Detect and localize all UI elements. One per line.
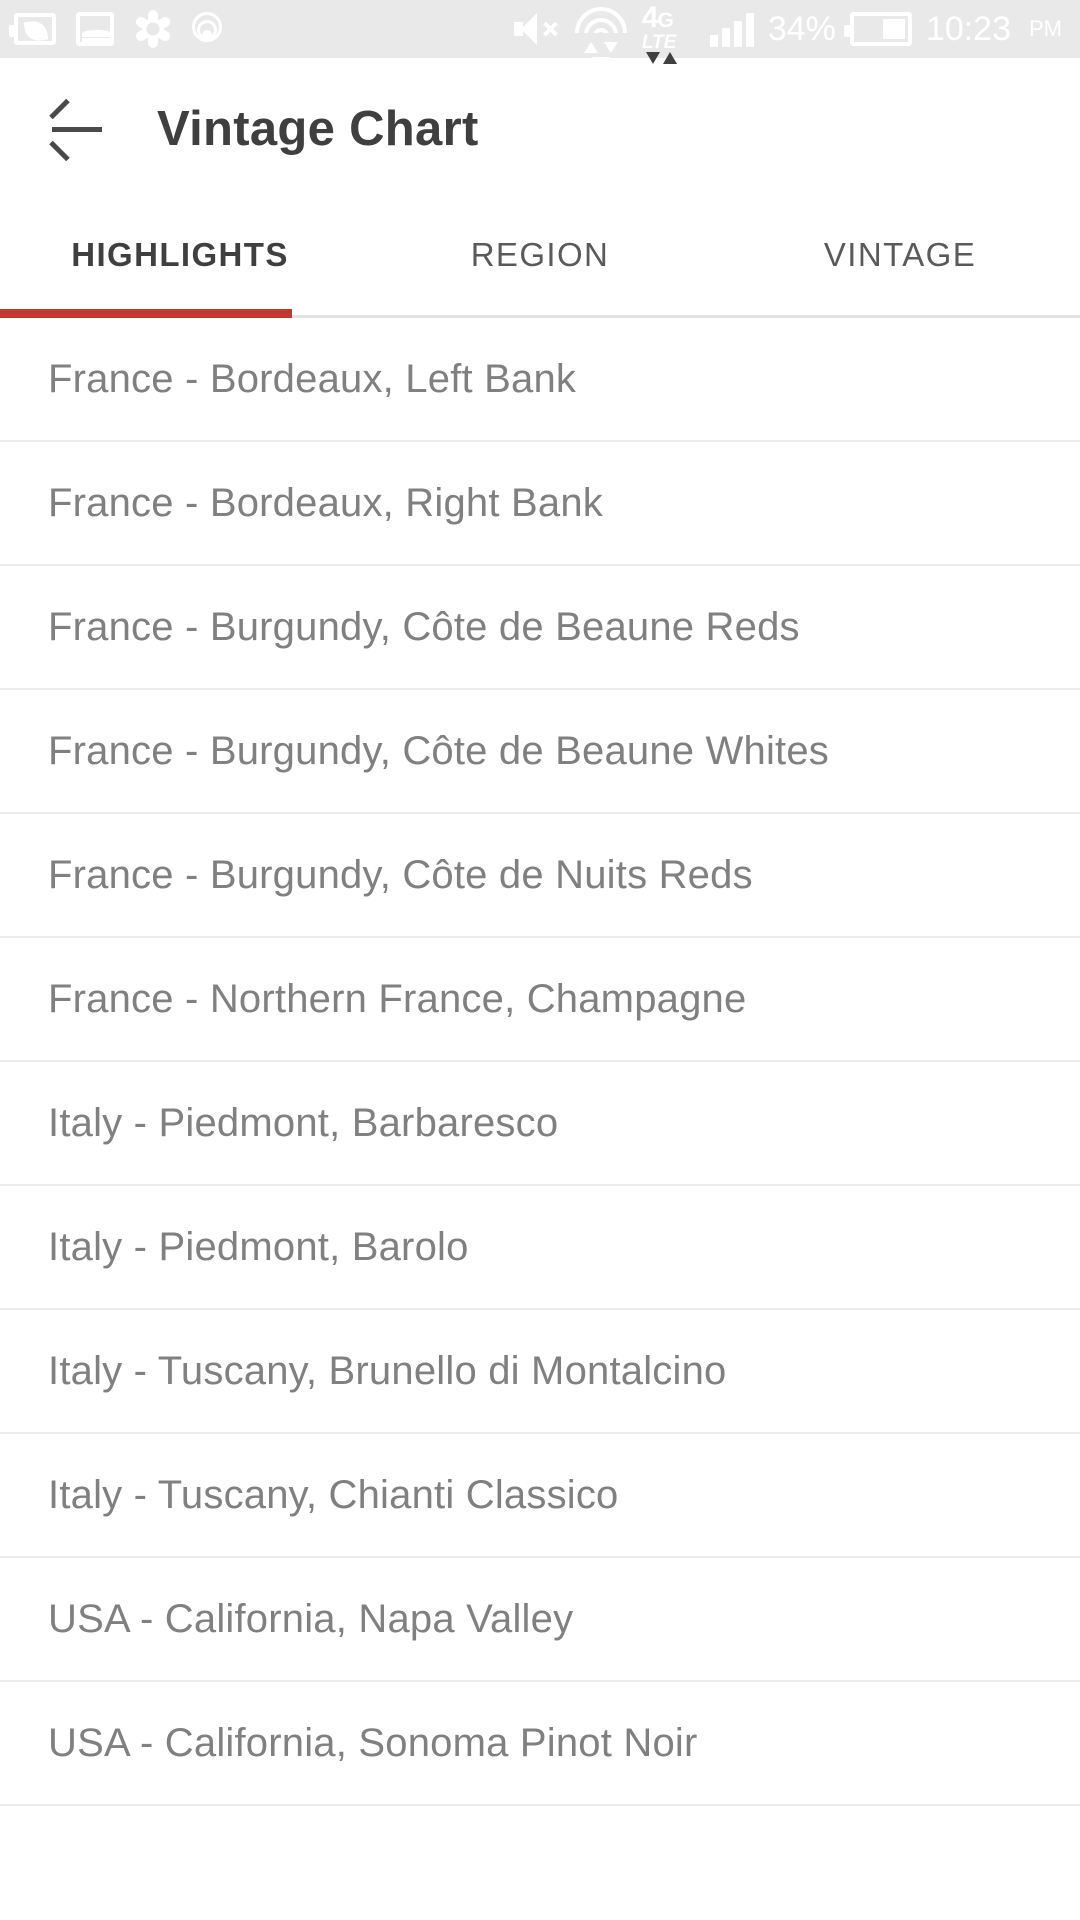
screenshot-icon bbox=[76, 12, 114, 46]
puzzle-icon bbox=[134, 10, 172, 48]
data-transfer-arrows-icon bbox=[645, 52, 677, 64]
list-item[interactable]: France - Bordeaux, Left Bank bbox=[0, 318, 1080, 442]
list-item-label: France - Burgundy, Côte de Beaune Reds bbox=[48, 604, 800, 649]
mute-icon bbox=[513, 12, 560, 46]
lte-secondary: LTE bbox=[641, 32, 677, 53]
battery-icon bbox=[843, 12, 912, 46]
list-item[interactable]: Italy - Tuscany, Brunello di Montalcino bbox=[0, 1310, 1080, 1434]
lte-primary-small: G bbox=[657, 9, 674, 32]
status-bar: 4G LTE 34% 10:23 PM bbox=[0, 0, 1080, 64]
tab-active-indicator bbox=[0, 309, 292, 318]
list-item-label: Italy - Piedmont, Barolo bbox=[48, 1224, 469, 1269]
list-item[interactable]: USA - California, Sonoma Pinot Noir bbox=[0, 1682, 1080, 1806]
signal-icon bbox=[709, 11, 754, 47]
4g-lte-icon: 4G LTE bbox=[641, 3, 696, 64]
clock-ampm: PM bbox=[1029, 16, 1062, 41]
list-item[interactable]: France - Northern France, Champagne bbox=[0, 938, 1080, 1062]
back-arrow-icon[interactable] bbox=[48, 98, 104, 162]
list-item-label: USA - California, Sonoma Pinot Noir bbox=[48, 1720, 698, 1765]
list-item-label: USA - California, Napa Valley bbox=[48, 1596, 574, 1641]
list-item[interactable]: France - Burgundy, Côte de Nuits Reds bbox=[0, 814, 1080, 938]
page-title: Vintage Chart bbox=[157, 102, 479, 156]
list-item-label: France - Bordeaux, Left Bank bbox=[48, 356, 577, 401]
list-item-label: Italy - Piedmont, Barbaresco bbox=[48, 1100, 559, 1145]
app-bar: Vintage Chart bbox=[0, 58, 1080, 200]
power-save-icon bbox=[9, 13, 56, 45]
list-item-label: France - Bordeaux, Right Bank bbox=[48, 480, 603, 525]
list-item[interactable]: Italy - Piedmont, Barolo bbox=[0, 1186, 1080, 1310]
list-item[interactable]: France - Burgundy, Côte de Beaune Reds bbox=[0, 566, 1080, 690]
list-item-label: France - Burgundy, Côte de Nuits Reds bbox=[48, 852, 753, 897]
tab-vintage[interactable]: VINTAGE bbox=[720, 200, 1080, 318]
list-item-label: France - Burgundy, Côte de Beaune Whites bbox=[48, 728, 830, 773]
tab-highlights[interactable]: HIGHLIGHTS bbox=[0, 200, 360, 318]
tab-region[interactable]: REGION bbox=[360, 200, 720, 318]
status-bar-left-icons bbox=[9, 10, 222, 48]
list-item[interactable]: Italy - Piedmont, Barbaresco bbox=[0, 1062, 1080, 1186]
clock-time: 10:23 bbox=[925, 9, 1011, 48]
shield-icon bbox=[192, 10, 222, 48]
list-item[interactable]: Italy - Tuscany, Chianti Classico bbox=[0, 1434, 1080, 1558]
list-item-label: France - Northern France, Champagne bbox=[48, 976, 747, 1021]
list-item-label: Italy - Tuscany, Brunello di Montalcino bbox=[48, 1348, 727, 1393]
list-item[interactable]: USA - California, Napa Valley bbox=[0, 1558, 1080, 1682]
status-bar-right-icons: 4G LTE 34% 10:23 PM bbox=[513, 3, 1062, 64]
battery-percent-label: 34% bbox=[767, 9, 836, 48]
list-item[interactable]: France - Bordeaux, Right Bank bbox=[0, 442, 1080, 566]
region-list: France - Bordeaux, Left Bank France - Bo… bbox=[0, 318, 1080, 1806]
list-item[interactable]: France - Burgundy, Côte de Beaune Whites bbox=[0, 690, 1080, 814]
lte-primary: 4 bbox=[641, 1, 659, 34]
tab-bar: HIGHLIGHTS REGION VINTAGE bbox=[0, 200, 1080, 318]
list-item-label: Italy - Tuscany, Chianti Classico bbox=[48, 1472, 619, 1517]
wifi-icon bbox=[569, 7, 632, 59]
